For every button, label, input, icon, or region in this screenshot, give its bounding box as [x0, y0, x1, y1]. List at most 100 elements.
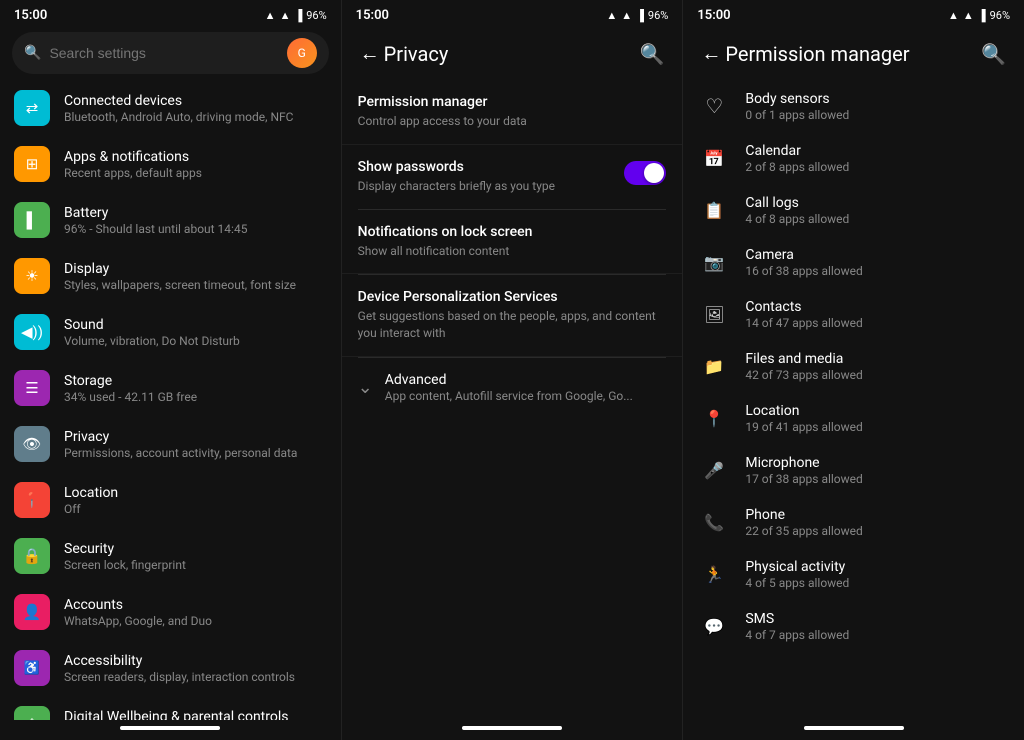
privacy-list: Permission manager Control app access to…: [342, 80, 683, 720]
home-bar-left: [120, 726, 220, 730]
perm-item-camera[interactable]: 📷 Camera 16 of 38 apps allowed: [683, 236, 1024, 288]
settings-item-digital[interactable]: ⏱ Digital Wellbeing & parental controls …: [0, 696, 341, 720]
advanced-label: Advanced: [385, 372, 667, 388]
files-media-icon: 📁: [699, 357, 729, 376]
microphone-icon: 🎤: [699, 461, 729, 480]
location-label-perm: Location: [745, 403, 1008, 419]
camera-sub: 16 of 38 apps allowed: [745, 264, 1008, 278]
accessibility-sub: Screen readers, display, interaction con…: [64, 670, 327, 684]
permission-manager-sub: Control app access to your data: [358, 113, 667, 130]
files-media-text: Files and media 42 of 73 apps allowed: [745, 351, 1008, 382]
notifications-lock-title: Notifications on lock screen: [358, 224, 667, 240]
accounts-icon: 👤: [14, 594, 50, 630]
privacy-item-device-personalization[interactable]: Device Personalization Services Get sugg…: [342, 275, 683, 357]
contacts-sub: 14 of 47 apps allowed: [745, 316, 1008, 330]
settings-item-accounts[interactable]: 👤 Accounts WhatsApp, Google, and Duo: [0, 584, 341, 640]
settings-item-security[interactable]: 🔒 Security Screen lock, fingerprint: [0, 528, 341, 584]
apps-label: Apps & notifications: [64, 149, 327, 165]
sms-text: SMS 4 of 7 apps allowed: [745, 611, 1008, 642]
settings-item-privacy[interactable]: 👁 Privacy Permissions, account activity,…: [0, 416, 341, 472]
device-personalization-title: Device Personalization Services: [358, 289, 667, 305]
storage-sub: 34% used - 42.11 GB free: [64, 390, 327, 404]
sound-sub: Volume, vibration, Do Not Disturb: [64, 334, 327, 348]
microphone-label: Microphone: [745, 455, 1008, 471]
time-left: 15:00: [14, 8, 47, 23]
camera-label: Camera: [745, 247, 1008, 263]
location-sub-perm: 19 of 41 apps allowed: [745, 420, 1008, 434]
settings-text-display: Display Styles, wallpapers, screen timeo…: [64, 261, 327, 292]
advanced-sub: App content, Autofill service from Googl…: [385, 389, 667, 403]
body-sensors-text: Body sensors 0 of 1 apps allowed: [745, 91, 1008, 122]
settings-item-apps[interactable]: ⊞ Apps & notifications Recent apps, defa…: [0, 136, 341, 192]
perm-item-files-media[interactable]: 📁 Files and media 42 of 73 apps allowed: [683, 340, 1024, 392]
settings-list: ⇄ Connected devices Bluetooth, Android A…: [0, 80, 341, 720]
show-passwords-toggle[interactable]: [624, 161, 666, 185]
device-personalization-sub: Get suggestions based on the people, app…: [358, 308, 667, 342]
privacy-item-permission-manager[interactable]: Permission manager Control app access to…: [342, 80, 683, 145]
back-button-privacy[interactable]: ←: [356, 39, 384, 70]
body-sensors-sub: 0 of 1 apps allowed: [745, 108, 1008, 122]
advanced-text: Advanced App content, Autofill service f…: [385, 372, 667, 403]
settings-item-battery[interactable]: ▌ Battery 96% - Should last until about …: [0, 192, 341, 248]
permission-manager-title: Permission manager: [358, 94, 667, 110]
settings-text-battery: Battery 96% - Should last until about 14…: [64, 205, 327, 236]
privacy-item-advanced[interactable]: ⌄ Advanced App content, Autofill service…: [342, 358, 683, 417]
home-indicator-middle: [342, 720, 683, 740]
status-bar-right: 15:00 ▲ ▲ ▐ 96%: [683, 0, 1024, 28]
microphone-sub: 17 of 38 apps allowed: [745, 472, 1008, 486]
physical-activity-sub: 4 of 5 apps allowed: [745, 576, 1008, 590]
settings-item-storage[interactable]: ☰ Storage 34% used - 42.11 GB free: [0, 360, 341, 416]
search-input[interactable]: [49, 45, 278, 61]
search-button-permission[interactable]: 🔍: [977, 38, 1010, 71]
wifi-icon: ▲: [265, 9, 276, 22]
perm-item-contacts[interactable]: 🖼 Contacts 14 of 47 apps allowed: [683, 288, 1024, 340]
call-logs-text: Call logs 4 of 8 apps allowed: [745, 195, 1008, 226]
settings-text-privacy: Privacy Permissions, account activity, p…: [64, 429, 327, 460]
phone-text: Phone 22 of 35 apps allowed: [745, 507, 1008, 538]
battery-icon: ▐: [294, 9, 302, 22]
location-text: Location 19 of 41 apps allowed: [745, 403, 1008, 434]
permission-manager-title: Permission manager: [725, 42, 977, 66]
settings-text-location: Location Off: [64, 485, 327, 516]
privacy-item-show-passwords[interactable]: Show passwords Display characters briefl…: [342, 145, 683, 209]
digital-label: Digital Wellbeing & parental controls: [64, 709, 327, 721]
privacy-title: Privacy: [384, 42, 636, 66]
settings-item-display[interactable]: ☀ Display Styles, wallpapers, screen tim…: [0, 248, 341, 304]
settings-item-location[interactable]: 📍 Location Off: [0, 472, 341, 528]
sms-icon: 💬: [699, 617, 729, 636]
status-bar-left: 15:00 ▲ ▲ ▐ 96%: [0, 0, 341, 28]
perm-item-phone[interactable]: 📞 Phone 22 of 35 apps allowed: [683, 496, 1024, 548]
status-icons-middle: ▲ ▲ ▐ 96%: [606, 9, 668, 22]
search-bar[interactable]: 🔍 G: [12, 32, 329, 74]
avatar[interactable]: G: [287, 38, 317, 68]
contacts-label: Contacts: [745, 299, 1008, 315]
accounts-label: Accounts: [64, 597, 327, 613]
search-button-privacy[interactable]: 🔍: [635, 38, 668, 71]
location-label: Location: [64, 485, 327, 501]
settings-item-sound[interactable]: ◀)) Sound Volume, vibration, Do Not Dist…: [0, 304, 341, 360]
settings-item-connected[interactable]: ⇄ Connected devices Bluetooth, Android A…: [0, 80, 341, 136]
notifications-lock-sub: Show all notification content: [358, 243, 667, 260]
sound-label: Sound: [64, 317, 327, 333]
privacy-sub: Permissions, account activity, personal …: [64, 446, 327, 460]
home-bar-middle: [462, 726, 562, 730]
settings-item-accessibility[interactable]: ♿ Accessibility Screen readers, display,…: [0, 640, 341, 696]
perm-item-calendar[interactable]: 📅 Calendar 2 of 8 apps allowed: [683, 132, 1024, 184]
phone-label: Phone: [745, 507, 1008, 523]
back-button-permission[interactable]: ←: [697, 39, 725, 70]
battery-icon-mid: ▐: [636, 9, 644, 22]
perm-item-body-sensors[interactable]: ♡ Body sensors 0 of 1 apps allowed: [683, 80, 1024, 132]
privacy-item-notifications-lock[interactable]: Notifications on lock screen Show all no…: [342, 210, 683, 275]
privacy-label: Privacy: [64, 429, 327, 445]
settings-text-digital: Digital Wellbeing & parental controls Sc…: [64, 709, 327, 721]
perm-item-sms[interactable]: 💬 SMS 4 of 7 apps allowed: [683, 600, 1024, 652]
physical-activity-text: Physical activity 4 of 5 apps allowed: [745, 559, 1008, 590]
perm-item-call-logs[interactable]: 📋 Call logs 4 of 8 apps allowed: [683, 184, 1024, 236]
perm-item-microphone[interactable]: 🎤 Microphone 17 of 38 apps allowed: [683, 444, 1024, 496]
display-sub: Styles, wallpapers, screen timeout, font…: [64, 278, 327, 292]
permission-list: ♡ Body sensors 0 of 1 apps allowed 📅 Cal…: [683, 80, 1024, 720]
perm-item-physical-activity[interactable]: 🏃 Physical activity 4 of 5 apps allowed: [683, 548, 1024, 600]
location-icon-perm: 📍: [699, 409, 729, 428]
display-label: Display: [64, 261, 327, 277]
perm-item-location[interactable]: 📍 Location 19 of 41 apps allowed: [683, 392, 1024, 444]
